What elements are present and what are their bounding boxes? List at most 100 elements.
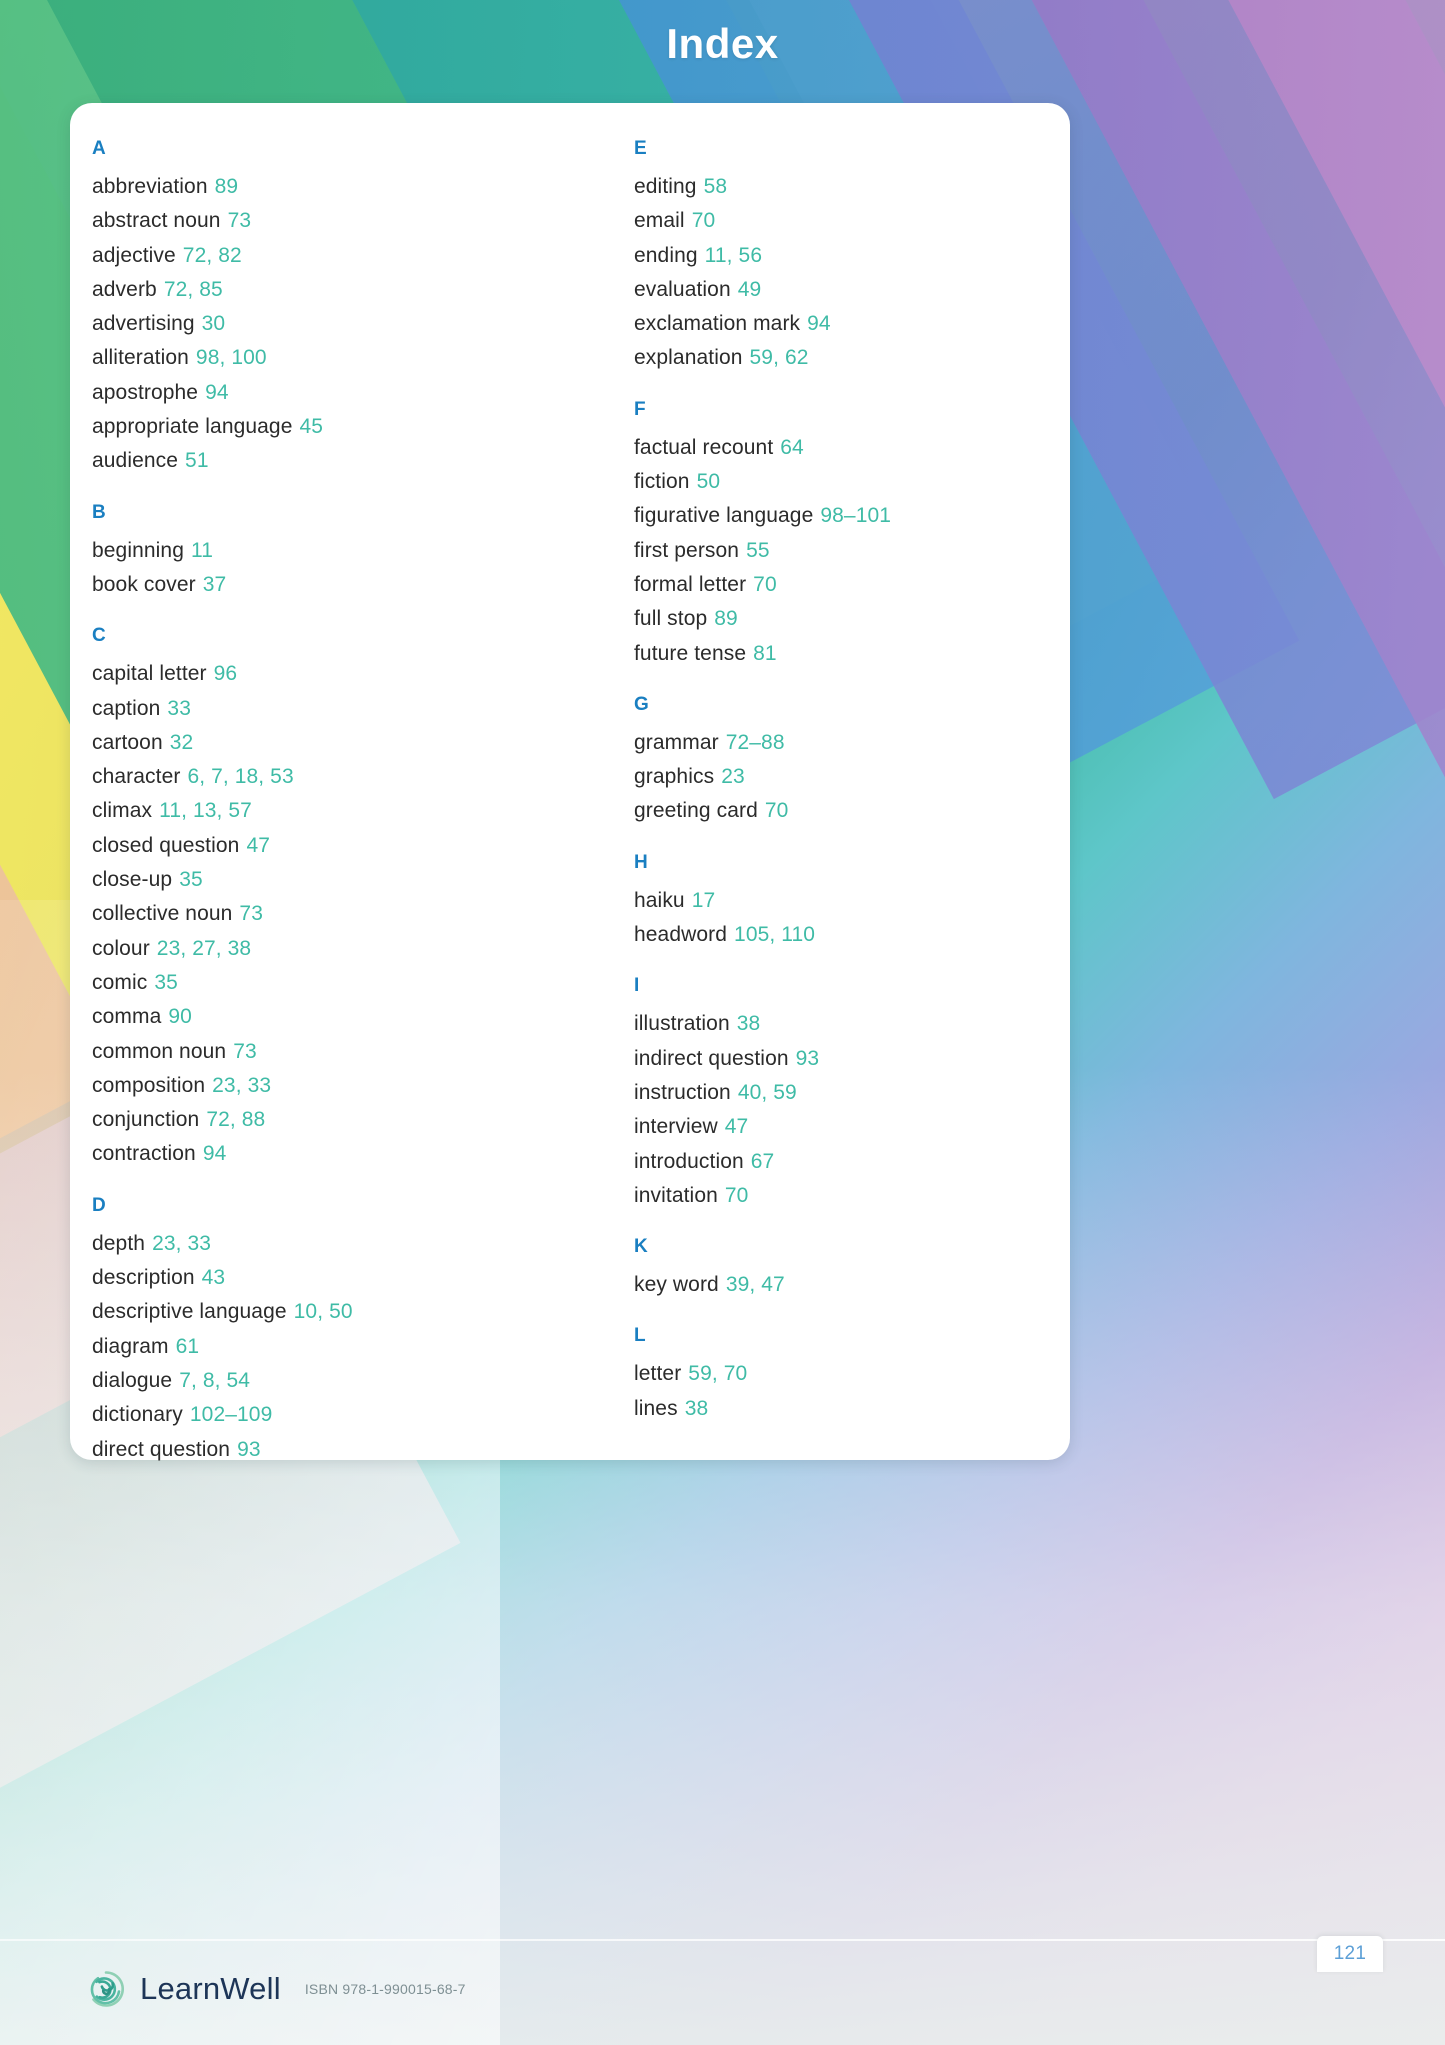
index-column-left: Aabbreviation 89 abstract noun 73 adjective 7… [92,139,544,1461]
index-entry[interactable]: factual recount 64 [634,431,1086,465]
index-entry[interactable]: common noun 73 [92,1035,544,1069]
index-entry[interactable]: interview 47 [634,1110,1086,1144]
index-entry[interactable]: email 70 [634,204,1086,238]
index-entry-term: evaluation [634,277,731,301]
index-letter-heading: K [634,1236,648,1258]
index-entry-term: dialogue [92,1368,173,1392]
index-entry-term: abbreviation [92,175,208,198]
index-entry-term: closed question [92,833,240,857]
index-entry[interactable]: comic 35 [92,966,544,1000]
index-letter-heading: B [92,501,106,523]
index-entry-pages: 96 [213,662,238,686]
index-entry[interactable]: graphics 23 [634,760,1086,794]
page-title: Index [666,20,779,67]
index-entry[interactable]: climax 11, 13, 57 [92,794,544,828]
index-entry[interactable]: explanation 59, 62 [634,341,1086,375]
index-entry-term: figurative language [634,504,814,528]
index-entry[interactable]: first person 55 [634,534,1086,568]
index-entry[interactable]: close-up 35 [92,863,544,897]
index-entry[interactable]: composition 23, 33 [92,1069,544,1103]
index-entry[interactable]: abstract noun 73 [92,204,544,238]
index-entry[interactable]: alliteration 98, 100 [92,341,544,375]
index-entry-pages: 17 [691,888,716,912]
index-entry[interactable]: caption 33 [92,692,544,726]
index-entry[interactable]: character 6, 7, 18, 53 [92,760,544,794]
index-letter-group: Bbeginning 11 book cover 37 [92,503,544,603]
index-entry[interactable]: key word 39, 47 [634,1268,1086,1302]
index-entry[interactable]: full stop 89 [634,602,1086,636]
index-entry[interactable]: adjective 72, 82 [92,239,544,273]
index-entry[interactable]: formal letter 70 [634,568,1086,602]
index-letter-heading: G [634,693,649,715]
index-entry[interactable]: editing 58 [634,170,1086,204]
index-entry[interactable]: exclamation mark 94 [634,307,1086,341]
index-entry-pages: 93 [795,1046,820,1070]
index-entry-pages: 33 [167,696,191,720]
index-entry-term: invitation [634,1183,718,1207]
index-entry[interactable]: contraction 94 [92,1137,544,1171]
index-entry-term: formal letter [634,572,747,596]
index-entry[interactable]: instruction 40, 59 [634,1076,1086,1110]
index-letter-group: Ggrammar 72–88 graphics 23 greeting card 70 [634,695,1086,829]
index-entry-pages: 94 [807,312,831,336]
index-entry[interactable]: closed question 47 [92,829,544,863]
index-column-right: Eediting 58 email 70 ending 11, 56 evaluation 4… [634,139,1086,1440]
brand-block: LearnWell ISBN 978-1-990015-68-7 [86,1969,466,2009]
index-entry[interactable]: capital letter 96 [92,657,544,691]
index-entry-term: dictionary [92,1403,183,1427]
index-entry-term: conjunction [92,1108,200,1132]
index-entry-pages: 94 [205,380,229,404]
index-entry[interactable]: abbreviation 89 [92,170,544,204]
index-entry[interactable]: description 43 [92,1261,544,1295]
index-entry-pages: 23, 33 [212,1073,272,1097]
index-entry[interactable]: direct question 93 [92,1433,544,1467]
index-entry[interactable]: illustration 38 [634,1007,1086,1041]
index-entry-term: character [92,765,181,789]
index-entry[interactable]: cartoon 32 [92,726,544,760]
index-entry-term: email [634,209,685,233]
index-entry[interactable]: dictionary 102–109 [92,1398,544,1432]
index-entry[interactable]: letter 59, 70 [634,1357,1086,1391]
index-entry[interactable]: figurative language 98–101 [634,499,1086,533]
index-entry[interactable]: descriptive language 10, 50 [92,1295,544,1329]
index-letter-heading: D [92,1194,106,1216]
index-entry[interactable]: advertising 30 [92,307,544,341]
index-entry-pages: 23 [721,765,745,789]
index-entry-pages: 7, 8, 54 [179,1368,251,1392]
index-entry[interactable]: adverb 72, 85 [92,273,544,307]
index-entry[interactable]: fiction 50 [634,465,1086,499]
index-entry-pages: 102–109 [189,1403,273,1427]
index-entry[interactable]: beginning 11 [92,534,544,568]
index-entry-term: full stop [634,607,708,631]
index-entry[interactable]: depth 23, 33 [92,1227,544,1261]
index-entry[interactable]: diagram 61 [92,1330,544,1364]
index-entry[interactable]: colour 23, 27, 38 [92,932,544,966]
index-entry[interactable]: lines 38 [634,1392,1086,1426]
index-entry[interactable]: indirect question 93 [634,1042,1086,1076]
index-entry-pages: 11, 56 [704,243,763,267]
index-entry[interactable]: haiku 17 [634,884,1086,918]
index-entry-pages: 70 [764,799,789,823]
index-entry-pages: 72, 82 [182,243,242,267]
index-entry[interactable]: invitation 70 [634,1179,1086,1213]
index-entry[interactable]: evaluation 49 [634,273,1086,307]
index-entry[interactable]: dialogue 7, 8, 54 [92,1364,544,1398]
index-entry[interactable]: appropriate language 45 [92,410,544,444]
index-entry[interactable]: apostrophe 94 [92,376,544,410]
index-entry[interactable]: audience 51 [92,444,544,478]
index-entry[interactable]: conjunction 72, 88 [92,1103,544,1137]
index-entry[interactable]: collective noun 73 [92,897,544,931]
index-entry-term: comic [92,970,148,994]
index-entry[interactable]: greeting card 70 [634,794,1086,828]
index-entry-pages: 43 [201,1266,226,1290]
index-entry[interactable]: future tense 81 [634,637,1086,671]
index-entry[interactable]: introduction 67 [634,1145,1086,1179]
index-entry[interactable]: headword 105, 110 [634,918,1086,952]
index-entry[interactable]: grammar 72–88 [634,726,1086,760]
index-entry[interactable]: comma 90 [92,1000,544,1034]
index-entry[interactable]: ending 11, 56 [634,239,1086,273]
index-entry-term: comma [92,1005,162,1029]
index-entry[interactable]: book cover 37 [92,568,544,602]
index-entry-term: caption [92,696,161,720]
index-entry-term: grammar [634,730,719,754]
